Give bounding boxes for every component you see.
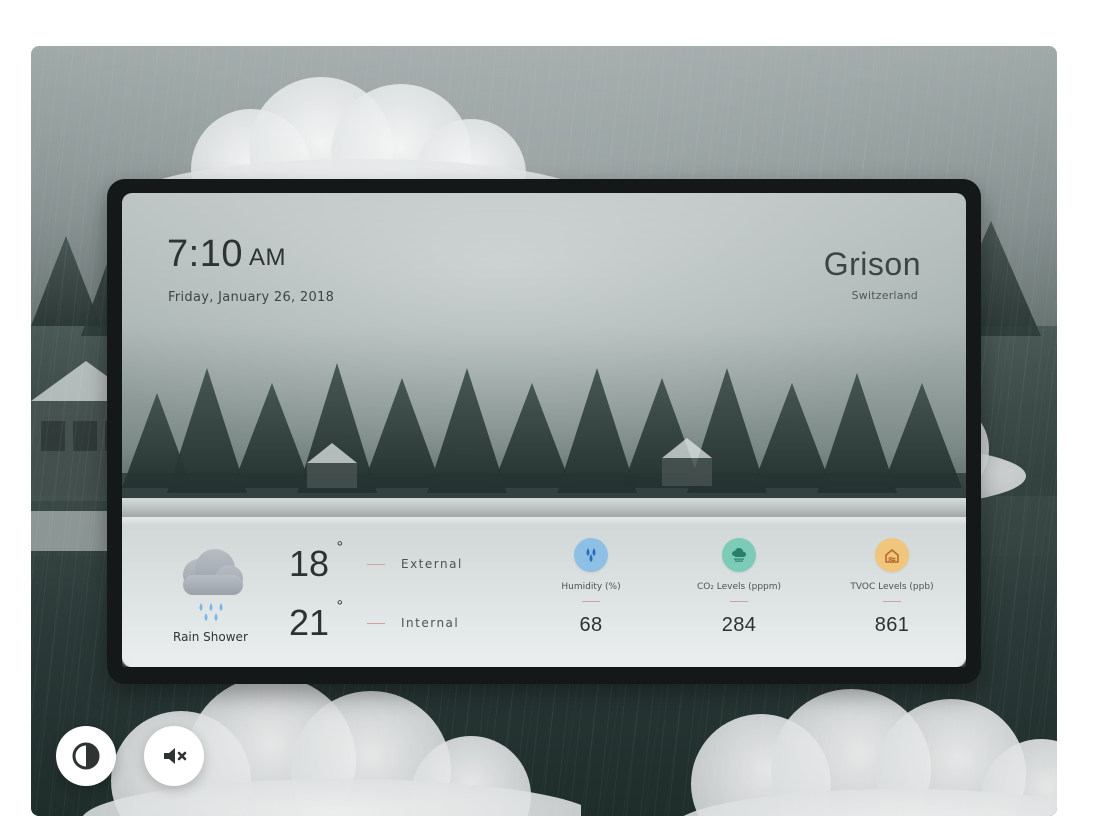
time: 7:10 AM [167,235,286,273]
metric-tvoc-label: TVOC Levels (ppb) [850,582,934,592]
metric-co2-label: CO₂ Levels (pppm) [696,582,782,592]
temp-external-row: 18 ° External [289,539,463,585]
contrast-icon [72,742,100,770]
water-drops-icon [586,548,596,562]
screen-forest [122,363,966,528]
cloud-bottom-right [683,689,1057,816]
metric-humidity-label: Humidity (%) [561,582,621,592]
home-air-icon [885,549,899,563]
degree-symbol: ° [336,598,343,615]
weather-scene: 7:10 AM Friday, January 26, 2018 Grison S… [31,46,1057,816]
temp-internal-dash [367,622,385,624]
date: Friday, January 26, 2018 [168,290,335,305]
temp-external-value: 18 ° [289,539,349,585]
metric-humidity: Humidity (%) 68 [521,538,661,658]
condition-label: Rain Shower [173,630,248,644]
metric-co2-value: 284 [721,614,757,636]
metric-tvoc: TVOC Levels (ppb) 861 [822,538,962,658]
temp-external-label: External [401,557,463,571]
temp-internal-number: 21 [289,602,330,643]
metric-tvoc-dash [883,601,901,602]
time-ampm: AM [248,244,286,271]
temp-internal-row: 21 ° Internal [289,598,460,644]
metric-tvoc-value: 861 [874,614,910,636]
contrast-toggle-button[interactable] [56,726,116,786]
mute-toggle-button[interactable] [144,726,204,786]
co2-icon [722,538,756,572]
metric-humidity-value: 68 [579,614,603,636]
weather-screen: 7:10 AM Friday, January 26, 2018 Grison S… [122,193,966,667]
cloud-co2-icon [732,548,746,562]
temp-internal-label: Internal [401,616,460,630]
rain-cloud-icon [183,549,243,621]
tvoc-icon [875,538,909,572]
metric-co2: CO₂ Levels (pppm) 284 [669,538,809,658]
metric-humidity-dash [582,601,600,602]
location-title: Grison [823,246,921,282]
temp-internal-value: 21 ° [289,598,349,644]
location-subtitle: Switzerland [851,289,918,302]
humidity-icon [574,538,608,572]
time-value: 7:10 [167,233,243,275]
weather-device: 7:10 AM Friday, January 26, 2018 Grison S… [107,179,981,684]
temp-external-dash [367,563,385,565]
temp-external-number: 18 [289,543,330,584]
metric-co2-dash [730,601,748,602]
mute-icon [164,748,187,764]
degree-symbol: ° [336,539,343,556]
